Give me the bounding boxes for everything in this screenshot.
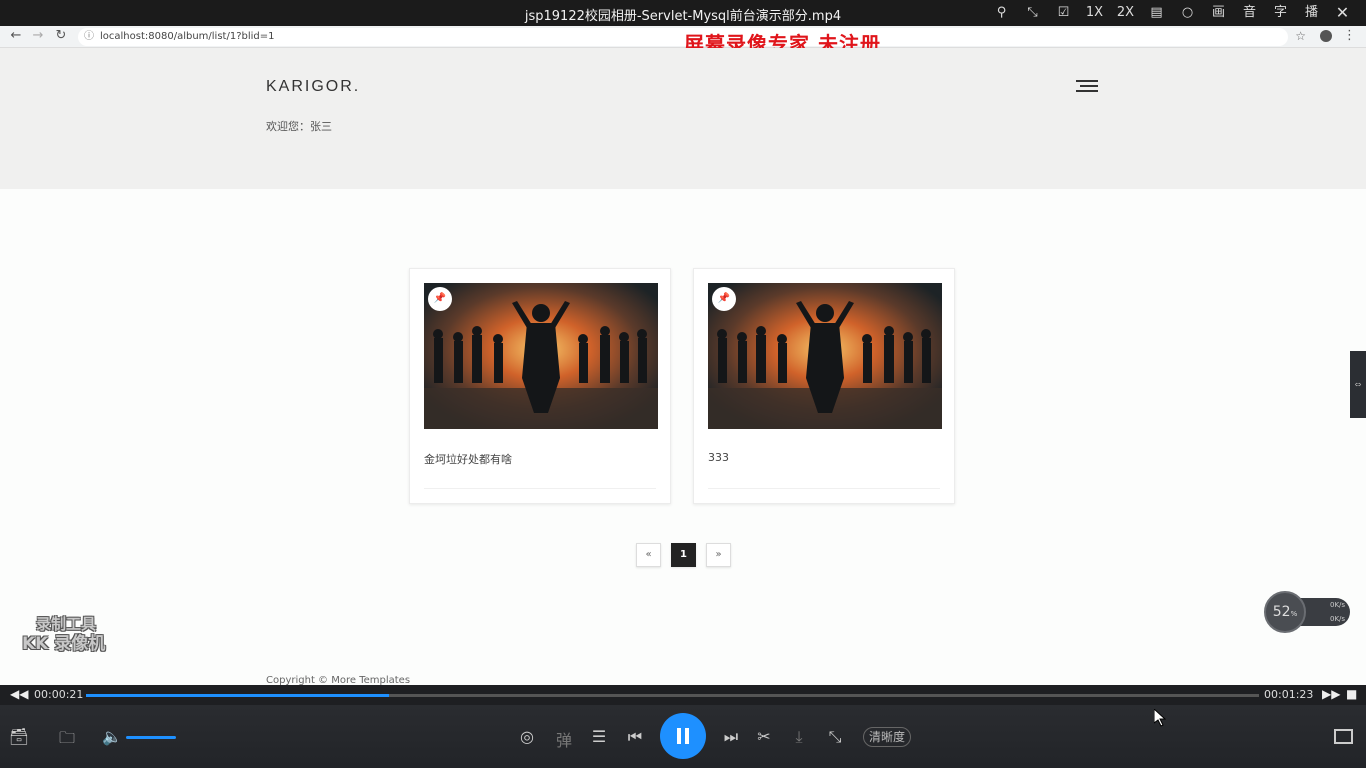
current-time: 00:00:21 xyxy=(34,688,84,701)
upload-rate: 0K/s xyxy=(1330,601,1346,609)
toolbox-icon[interactable]: 🗃 xyxy=(8,727,30,746)
volume-slider[interactable] xyxy=(126,736,176,739)
speed-2x-button[interactable]: 2X xyxy=(1110,3,1141,23)
fullscreen-icon[interactable] xyxy=(1334,729,1353,744)
site-header: KARIGOR. 欢迎您：张三 xyxy=(0,48,1366,189)
layout-icon[interactable]: ▤ xyxy=(1141,3,1172,23)
progress-bar: ◀◀ 00:00:21 00:01:23 ▶▶ ■ xyxy=(0,685,1366,705)
playlist-button[interactable]: 播 xyxy=(1296,3,1327,23)
address-bar[interactable]: ⓘ localhost:8080/album/list/1?blid=1 xyxy=(78,28,1288,46)
open-folder-icon[interactable]: 🗀 xyxy=(56,727,78,754)
pause-button[interactable] xyxy=(660,713,706,759)
pin-icon[interactable]: 📌 xyxy=(712,287,736,311)
rewind-icon[interactable]: ◀◀ xyxy=(10,687,28,701)
picture-button[interactable]: 画 xyxy=(1203,3,1234,23)
shrink-icon[interactable]: ⤡ xyxy=(1017,3,1048,23)
browser-toolbar: ← → ↻ ⓘ localhost:8080/album/list/1?blid… xyxy=(0,26,1366,48)
pin-icon[interactable]: 📌 xyxy=(428,287,452,311)
download-icon[interactable]: ⤓ xyxy=(788,727,810,747)
album-thumbnail[interactable]: 📌 xyxy=(424,283,658,429)
forward-icon[interactable]: → xyxy=(28,28,48,43)
page-button-current[interactable]: 1 xyxy=(671,543,696,567)
total-time: 00:01:23 xyxy=(1264,688,1314,701)
reload-icon[interactable]: ↻ xyxy=(51,28,71,43)
album-card[interactable]: 📌 金坷垃好处都有啥 xyxy=(409,268,671,504)
album-list: 📌 金坷垃好处都有啥 📌 333 « 1 » Copyright © More … xyxy=(0,189,1366,686)
subtitle-button[interactable]: 字 xyxy=(1265,3,1296,23)
welcome-text: 欢迎您：张三 xyxy=(266,120,332,133)
url-text: localhost:8080/album/list/1?blid=1 xyxy=(100,31,275,42)
download-rate: 0K/s xyxy=(1330,615,1346,623)
back-icon[interactable]: ← xyxy=(6,28,26,43)
album-thumbnail[interactable]: 📌 xyxy=(708,283,942,429)
audio-button[interactable]: 音 xyxy=(1234,3,1265,23)
speed-1x-button[interactable]: 1X xyxy=(1079,3,1110,23)
side-panel-tab[interactable]: ⇔ xyxy=(1350,351,1366,418)
system-monitor-widget[interactable]: 52% 0K/s 0K/s xyxy=(1264,591,1350,633)
bulb-icon[interactable]: ○ xyxy=(1172,3,1203,23)
edit-icon[interactable]: ☑ xyxy=(1048,3,1079,23)
pagination: « 1 » xyxy=(636,543,741,567)
equalizer-icon[interactable]: ☰ xyxy=(588,727,610,746)
mouse-cursor-icon xyxy=(1154,709,1166,727)
album-caption[interactable]: 金坷垃好处都有啥 xyxy=(424,451,512,467)
prev-page-button[interactable]: « xyxy=(636,543,661,567)
minimize-icon[interactable]: ⤡ xyxy=(824,727,846,747)
volume-icon[interactable]: 🔈 xyxy=(101,727,123,746)
stop-icon[interactable]: ■ xyxy=(1346,687,1357,701)
divider xyxy=(424,488,656,489)
kk-recorder-watermark: 录制工具 KK 录像机 xyxy=(22,615,106,654)
pin-icon[interactable]: ⚲ xyxy=(986,3,1017,23)
clarity-button[interactable]: 清晰度 xyxy=(863,727,911,747)
close-icon[interactable]: ✕ xyxy=(1327,3,1358,23)
account-icon[interactable] xyxy=(1320,30,1332,42)
site-logo[interactable]: KARIGOR. xyxy=(266,78,360,96)
danmaku-button[interactable]: 弹 xyxy=(553,727,575,751)
cpu-usage-gauge: 52% xyxy=(1264,591,1306,633)
eye-protect-icon[interactable]: ◎ xyxy=(516,727,538,746)
album-caption[interactable]: 333 xyxy=(708,451,729,464)
seek-progress xyxy=(86,694,389,697)
divider xyxy=(708,488,940,489)
cut-icon[interactable]: ✂ xyxy=(753,727,775,746)
bookmark-star-icon[interactable]: ☆ xyxy=(1295,29,1306,43)
seek-track[interactable] xyxy=(86,694,1259,697)
next-icon[interactable]: ⏭ xyxy=(720,727,742,747)
menu-icon[interactable]: ⋮ xyxy=(1343,28,1356,43)
next-page-button[interactable]: » xyxy=(706,543,731,567)
hamburger-menu-icon[interactable] xyxy=(1076,80,1098,94)
title-controls: ⚲ ⤡ ☑ 1X 2X ▤ ○ 画 音 字 播 ✕ xyxy=(986,3,1358,23)
info-icon: ⓘ xyxy=(84,31,94,42)
previous-icon[interactable]: ⏮ xyxy=(624,727,646,747)
player-title-bar: jsp19122校园相册-Servlet-Mysql前台演示部分.mp4 ⚲ ⤡… xyxy=(0,0,1366,26)
fast-forward-icon[interactable]: ▶▶ xyxy=(1322,687,1340,701)
album-card[interactable]: 📌 333 xyxy=(693,268,955,504)
